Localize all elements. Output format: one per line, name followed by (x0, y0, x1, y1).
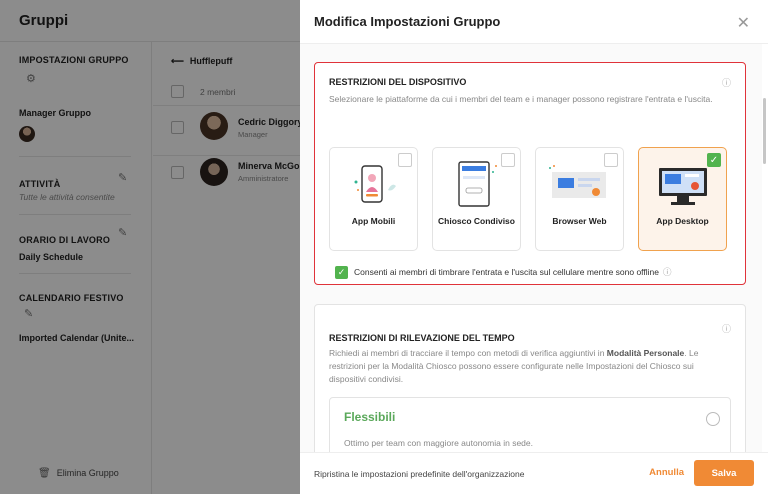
modal-overlay[interactable] (0, 0, 300, 494)
offline-punch-option[interactable]: ✓ Consenti ai membri di timbrare l'entrat… (335, 266, 672, 280)
kiosk-tablet-icon (458, 161, 497, 207)
flexible-radio[interactable] (706, 412, 720, 426)
cancel-button[interactable]: Annulla (649, 467, 684, 478)
drawer-scrollbar[interactable] (763, 98, 766, 164)
option-desktop-app[interactable]: ✓ App Desktop (638, 147, 727, 251)
time-restrictions-card: ⓘ RESTRIZIONI DI RILEVAZIONE DEL TEMPO R… (314, 304, 746, 452)
kiosk-checkbox[interactable] (501, 153, 515, 167)
save-button[interactable]: Salva (694, 460, 754, 486)
option-mobile-app[interactable]: App Mobili (329, 147, 418, 251)
flexible-title: Flessibili (344, 410, 396, 424)
drawer-title: Modifica Impostazioni Gruppo (314, 14, 501, 29)
offline-checkbox-checkmark-icon[interactable]: ✓ (335, 266, 348, 280)
drawer-footer: Ripristina le impostazioni predefinite d… (300, 452, 768, 494)
close-icon[interactable]: ✕ (737, 13, 750, 33)
device-restrictions-heading: RESTRIZIONI DEL DISPOSITIVO (329, 77, 467, 87)
info-icon[interactable]: ⓘ (722, 76, 731, 89)
edit-group-settings-drawer: Modifica Impostazioni Gruppo ✕ RESTRIZIO… (300, 0, 768, 494)
flexible-option[interactable]: Flessibili Ottimo per team con maggiore … (329, 397, 731, 452)
option-shared-kiosk[interactable]: Chiosco Condiviso (432, 147, 521, 251)
option-label: Chiosco Condiviso (438, 216, 515, 226)
drawer-header: Modifica Impostazioni Gruppo ✕ (300, 0, 768, 44)
desktop-monitor-icon (659, 168, 707, 205)
option-label: App Mobili (351, 216, 396, 226)
time-restrictions-heading: RESTRIZIONI DI RILEVAZIONE DEL TEMPO (329, 333, 515, 343)
option-label: App Desktop (656, 216, 709, 226)
flexible-description: Ottimo per team con maggiore autonomia i… (344, 438, 533, 448)
info-icon[interactable]: ⓘ (663, 267, 672, 277)
mobile-phone-icon (354, 165, 396, 203)
reset-defaults-link[interactable]: Ripristina le impostazioni predefinite d… (314, 469, 524, 479)
info-icon[interactable]: ⓘ (722, 322, 731, 335)
time-restrictions-description: Richiedi ai membri di tracciare il tempo… (329, 348, 699, 384)
offline-label: Consenti ai membri di timbrare l'entrata… (354, 267, 659, 277)
web-browser-icon (549, 165, 606, 198)
device-restrictions-description: Selezionare le piattaforme da cui i memb… (329, 94, 713, 104)
drawer-body: RESTRIZIONI DEL DISPOSITIVO ⓘ Selezionar… (300, 44, 762, 452)
mobile-app-checkbox[interactable] (398, 153, 412, 167)
option-label: Browser Web (552, 216, 607, 226)
option-web-browser[interactable]: Browser Web (535, 147, 624, 251)
device-restrictions-card: RESTRIZIONI DEL DISPOSITIVO ⓘ Selezionar… (314, 62, 746, 285)
